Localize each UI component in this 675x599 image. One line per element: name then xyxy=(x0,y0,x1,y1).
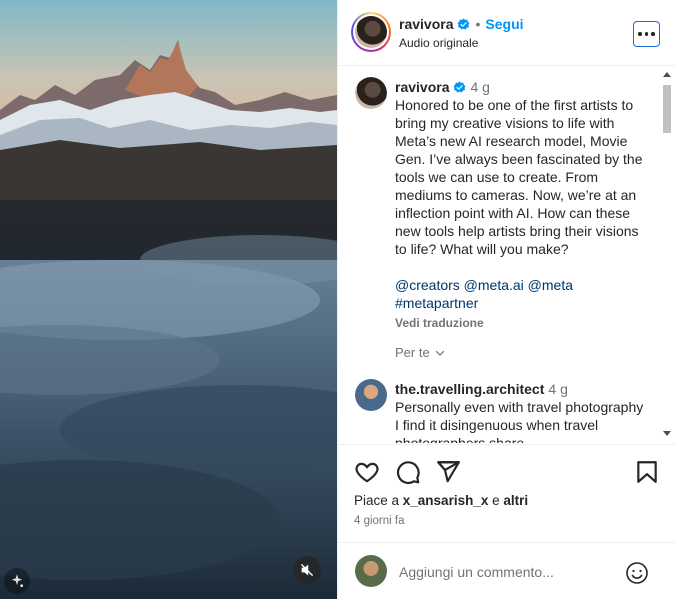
caption-mentions[interactable]: @creators @meta.ai @meta xyxy=(395,276,645,294)
audio-label[interactable]: Audio originale xyxy=(399,36,478,50)
caption-time[interactable]: 4 g xyxy=(470,78,489,96)
avatar[interactable] xyxy=(355,379,387,411)
more-options-button[interactable] xyxy=(633,21,660,47)
for-you-filter[interactable]: Per te xyxy=(395,345,446,360)
scroll-up-arrow-icon[interactable] xyxy=(663,72,671,77)
author-username[interactable]: ravivora xyxy=(399,16,453,32)
mute-button[interactable] xyxy=(293,556,321,584)
current-user-avatar xyxy=(355,555,387,587)
heart-icon[interactable] xyxy=(354,459,380,485)
comments-scrollbar[interactable] xyxy=(661,67,673,443)
post-date[interactable]: 4 giorni fa xyxy=(354,515,405,527)
author-avatar-story-ring[interactable] xyxy=(351,12,391,52)
comment-text: Personally even with travel photography … xyxy=(395,399,644,443)
more-dots-icon xyxy=(638,32,642,36)
post-media[interactable] xyxy=(0,0,337,599)
ai-info-button[interactable] xyxy=(4,568,30,594)
comments-list[interactable]: ravivora 4 g Honored to be one of the fi… xyxy=(338,67,675,443)
scroll-down-arrow-icon[interactable] xyxy=(663,431,671,436)
separator-dot: • xyxy=(475,16,481,32)
comment-input[interactable]: Aggiungi un commento... xyxy=(399,564,554,580)
comment-username[interactable]: the.travelling.architect xyxy=(395,381,544,397)
see-translation-link[interactable]: Vedi traduzione xyxy=(395,314,645,332)
comment-bubble-icon[interactable] xyxy=(395,459,421,485)
verified-badge-icon xyxy=(458,18,470,30)
caption-hashtag[interactable]: #metapartner xyxy=(395,294,645,312)
chevron-down-icon xyxy=(435,350,444,356)
emoji-smile-icon[interactable] xyxy=(625,561,649,585)
scroll-thumb[interactable] xyxy=(663,85,671,133)
avatar xyxy=(355,16,387,48)
verified-badge-icon xyxy=(454,81,466,93)
ai-sparkle-icon xyxy=(11,574,23,587)
likes-conjunction: e xyxy=(488,493,504,508)
for-you-label: Per te xyxy=(395,345,430,360)
likes-username[interactable]: x_ansarish_x xyxy=(403,493,489,508)
likes-others[interactable]: altri xyxy=(503,493,528,508)
post-actions: Piace a x_ansarish_x e altri 4 giorni fa… xyxy=(338,444,675,598)
paper-plane-icon[interactable] xyxy=(435,459,461,485)
caption-username[interactable]: ravivora xyxy=(395,78,449,96)
avatar[interactable] xyxy=(355,77,387,109)
comment-composer: Aggiungi un commento... xyxy=(338,542,675,599)
post-details-panel: ravivora • Segui Audio originale ravivor… xyxy=(337,0,675,599)
landscape-video-frame xyxy=(0,0,337,599)
follow-button[interactable]: Segui xyxy=(485,16,523,32)
comment-time[interactable]: 4 g xyxy=(548,381,567,397)
likes-summary[interactable]: Piace a x_ansarish_x e altri xyxy=(354,493,528,508)
speaker-muted-icon xyxy=(301,564,313,576)
caption-text: Honored to be one of the first artists t… xyxy=(395,97,643,257)
bookmark-icon[interactable] xyxy=(634,459,660,485)
likes-prefix: Piace a xyxy=(354,493,403,508)
post-header: ravivora • Segui Audio originale xyxy=(338,0,675,66)
